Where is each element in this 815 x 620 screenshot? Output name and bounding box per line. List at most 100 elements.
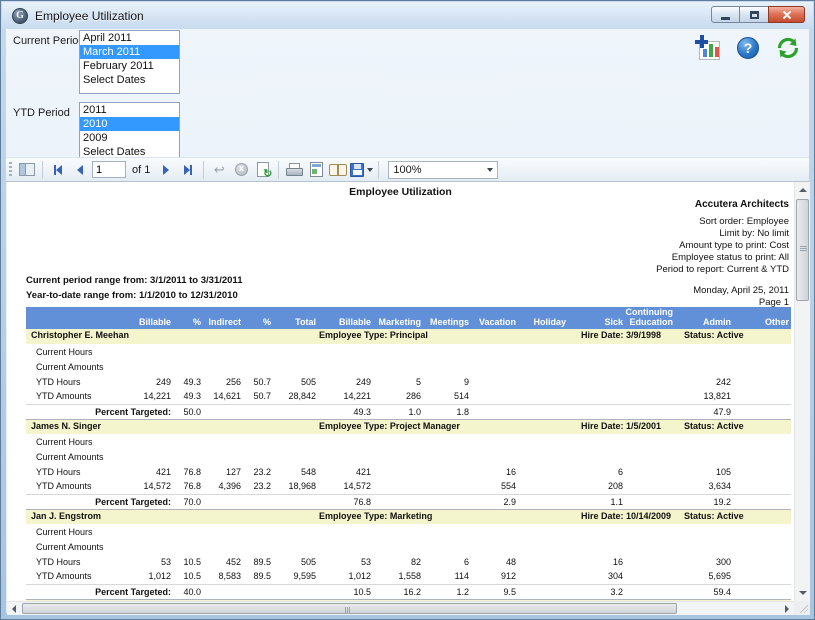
employee-name: Christopher E. Meehan — [31, 330, 129, 340]
help-button[interactable]: ? — [735, 35, 761, 61]
table-cell: 3,634 — [675, 479, 733, 494]
row-label: Percent Targeted: — [26, 404, 173, 419]
table-cell — [471, 434, 518, 449]
listbox-option[interactable]: March 2011 — [80, 45, 179, 59]
table-cell — [423, 524, 471, 539]
row-label: YTD Amounts — [26, 569, 111, 584]
toolbar-grip[interactable] — [9, 162, 12, 178]
print-button[interactable] — [284, 160, 304, 180]
close-button[interactable] — [768, 6, 805, 23]
report-option-line: Period to report: Current & YTD — [656, 264, 789, 276]
print-layout-button[interactable] — [306, 160, 326, 180]
column-header: ContinuingEducation — [625, 307, 675, 329]
table-cell — [568, 539, 625, 554]
table-cell: 59.4 — [675, 584, 733, 599]
table-cell: 10.5 — [173, 569, 203, 584]
vertical-scroll-thumb[interactable] — [796, 199, 809, 301]
column-header: Vacation — [471, 307, 518, 329]
horizontal-scroll-thumb[interactable] — [22, 603, 677, 614]
table-cell — [243, 344, 273, 359]
chart-button[interactable] — [695, 35, 721, 61]
table-cell — [243, 359, 273, 374]
row-label: YTD Hours — [26, 464, 111, 479]
listbox-option[interactable]: February 2011 — [80, 59, 179, 73]
row-label: Current Hours — [26, 434, 111, 449]
back-to-parent-button[interactable]: ↩ — [209, 160, 229, 180]
document-map-button[interactable] — [17, 160, 37, 180]
hire-date: Hire Date: 3/9/1998 — [581, 330, 661, 340]
listbox-option[interactable]: 2009 — [80, 131, 179, 145]
refresh-report-button[interactable]: ↻ — [253, 160, 273, 180]
listbox-option[interactable]: Select Dates — [80, 73, 179, 87]
zoom-value: 100% — [393, 164, 421, 176]
table-cell — [675, 344, 733, 359]
table-cell: 1.1 — [568, 494, 625, 509]
table-cell — [273, 524, 318, 539]
table-cell: 6 — [568, 464, 625, 479]
table-cell: 19.2 — [675, 494, 733, 509]
table-cell — [733, 524, 791, 539]
report-title: Employee Utilization — [7, 186, 794, 198]
back-arrow-icon: ↩ — [214, 162, 225, 178]
table-cell: 16 — [471, 464, 518, 479]
table-cell — [173, 539, 203, 554]
vertical-scrollbar[interactable] — [794, 182, 810, 601]
scroll-left-button[interactable] — [7, 602, 21, 615]
scroll-down-button[interactable] — [795, 585, 810, 601]
table-cell — [273, 449, 318, 464]
last-page-button[interactable] — [178, 160, 198, 180]
column-header: Billable — [111, 307, 173, 329]
current-period-listbox[interactable]: April 2011March 2011February 2011Select … — [79, 30, 180, 94]
zoom-select[interactable]: 100% — [388, 161, 498, 179]
status-badge: Status: Active — [684, 330, 744, 340]
table-cell — [203, 584, 243, 599]
table-cell: 9.5 — [471, 584, 518, 599]
question-mark-icon: ? — [737, 37, 759, 59]
data-row: YTD Amounts14,57276.84,39623.218,96814,5… — [26, 479, 791, 494]
table-cell — [733, 464, 791, 479]
table-cell: 912 — [471, 569, 518, 584]
table-cell — [423, 359, 471, 374]
employee-type: Employee Type: Principal — [319, 330, 428, 340]
column-header: Indirect — [203, 307, 243, 329]
employee-type: Employee Type: Marketing — [319, 511, 432, 521]
table-cell — [625, 374, 675, 389]
column-header: Holiday — [518, 307, 568, 329]
page-number-input[interactable] — [92, 161, 126, 178]
table-cell — [471, 359, 518, 374]
chevron-down-icon — [487, 168, 493, 172]
listbox-option[interactable]: 2010 — [80, 117, 179, 131]
resize-grip[interactable] — [794, 601, 810, 615]
report-toolbar: of 1 ↩ ↻ 100% — [6, 157, 809, 182]
report-option-line: Limit by: No limit — [656, 228, 789, 240]
minimize-button[interactable] — [711, 6, 740, 23]
table-cell: 18,968 — [273, 479, 318, 494]
next-page-button[interactable] — [156, 160, 176, 180]
table-cell — [518, 449, 568, 464]
export-button[interactable] — [350, 160, 373, 180]
scroll-up-button[interactable] — [795, 182, 810, 198]
listbox-option[interactable]: 2011 — [80, 103, 179, 117]
scroll-right-button[interactable] — [780, 602, 794, 615]
table-cell — [568, 374, 625, 389]
table-cell — [675, 524, 733, 539]
maximize-button[interactable] — [740, 6, 768, 23]
page-setup-button[interactable] — [328, 160, 348, 180]
previous-page-button[interactable] — [70, 160, 90, 180]
refresh-button[interactable] — [775, 35, 801, 61]
horizontal-scrollbar[interactable] — [7, 601, 794, 615]
row-label: Current Amounts — [26, 359, 111, 374]
data-row: YTD Amounts1,01210.58,58389.59,5951,0121… — [26, 569, 791, 584]
stop-rendering-button[interactable] — [231, 160, 251, 180]
title-bar[interactable]: G Employee Utilization — [2, 2, 813, 29]
table-cell: 249 — [111, 374, 173, 389]
table-cell — [273, 494, 318, 509]
listbox-option[interactable]: April 2011 — [80, 31, 179, 45]
table-cell — [568, 524, 625, 539]
table-cell — [203, 344, 243, 359]
data-row: Current Amounts — [26, 539, 791, 554]
table-cell: 8,583 — [203, 569, 243, 584]
report-viewer: Employee Utilization Accutera Architects… — [7, 182, 810, 615]
first-page-button[interactable] — [48, 160, 68, 180]
table-cell: 105 — [675, 464, 733, 479]
